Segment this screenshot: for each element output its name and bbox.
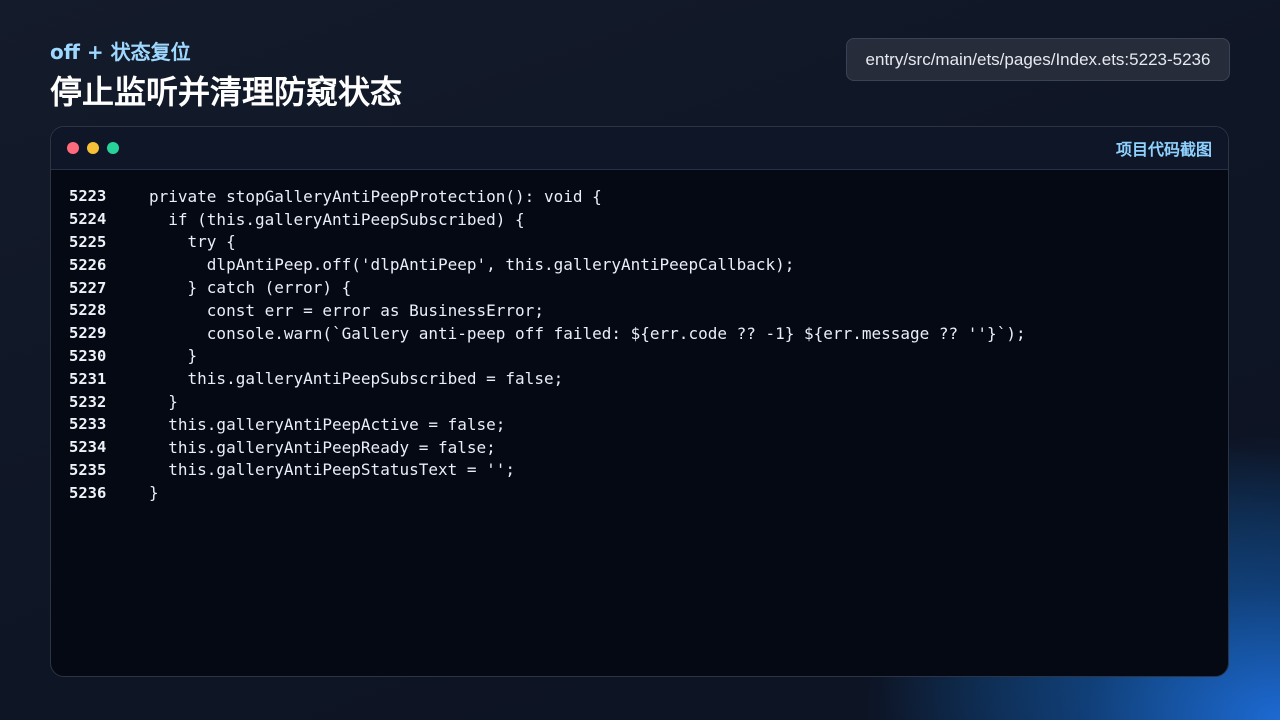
line-number: 5232 <box>69 392 107 411</box>
code-line: 5224 if (this.galleryAntiPeepSubscribed)… <box>69 208 1228 231</box>
maximize-dot-icon <box>107 142 119 154</box>
window-title-bar: 项目代码截图 <box>51 127 1228 170</box>
code-line: 5225 try { <box>69 231 1228 254</box>
code-text: if (this.galleryAntiPeepSubscribed) { <box>149 209 525 229</box>
line-number: 5233 <box>69 415 107 434</box>
code-text: } <box>149 392 178 412</box>
line-number: 5229 <box>69 324 107 343</box>
line-number: 5225 <box>69 232 107 251</box>
code-line: 5231 this.galleryAntiPeepSubscribed = fa… <box>69 367 1228 390</box>
line-number: 5230 <box>69 346 107 365</box>
code-line: 5234 this.galleryAntiPeepReady = false; <box>69 436 1228 459</box>
code-line: 5228 const err = error as BusinessError; <box>69 299 1228 322</box>
line-number: 5231 <box>69 369 107 388</box>
window-label: 项目代码截图 <box>1115 140 1212 159</box>
code-text: const err = error as BusinessError; <box>149 300 544 320</box>
code-text: private stopGalleryAntiPeepProtection():… <box>149 186 602 206</box>
line-number: 5224 <box>69 210 107 229</box>
line-number: 5234 <box>69 438 107 457</box>
code-text: this.galleryAntiPeepSubscribed = false; <box>149 369 564 389</box>
code-text: console.warn(`Gallery anti-peep off fail… <box>149 323 1026 343</box>
code-line: 5223 private stopGalleryAntiPeepProtectio… <box>69 185 1228 208</box>
code-line: 5227 } catch (error) { <box>69 276 1228 299</box>
close-dot-icon <box>67 142 79 154</box>
code-text: this.galleryAntiPeepReady = false; <box>149 437 496 457</box>
slide-subtitle: off + 状态复位 <box>50 40 191 64</box>
slide-header: off + 状态复位 停止监听并清理防窥状态 <box>50 38 402 112</box>
line-number: 5223 <box>69 187 107 206</box>
code-text: try { <box>149 232 236 252</box>
line-number: 5228 <box>69 301 107 320</box>
code-text: dlpAntiPeep.off('dlpAntiPeep', this.gall… <box>149 255 795 275</box>
line-number: 5236 <box>69 483 107 502</box>
code-text: } catch (error) { <box>149 278 352 298</box>
code-line: 5236} <box>69 481 1228 504</box>
code-line: 5233 this.galleryAntiPeepActive = false; <box>69 413 1228 436</box>
line-number: 5227 <box>69 278 107 297</box>
slide-title: 停止监听并清理防窥状态 <box>50 73 403 111</box>
code-text: } <box>149 483 159 503</box>
code-line: 5226 dlpAntiPeep.off('dlpAntiPeep', this… <box>69 253 1228 276</box>
file-path-badge: entry/src/main/ets/pages/Index.ets:5223-… <box>846 38 1230 81</box>
line-number: 5235 <box>69 460 107 479</box>
code-text: } <box>149 346 198 366</box>
code-text: this.galleryAntiPeepActive = false; <box>149 414 506 434</box>
code-text: this.galleryAntiPeepStatusText = ''; <box>149 460 516 480</box>
minimize-dot-icon <box>87 142 99 154</box>
code-line: 5235 this.galleryAntiPeepStatusText = ''… <box>69 459 1228 482</box>
code-window: 项目代码截图 5223 private stopGalleryAntiPeepPr… <box>50 126 1229 677</box>
code-line: 5230 } <box>69 345 1228 368</box>
code-body: 5223 private stopGalleryAntiPeepProtectio… <box>51 170 1228 504</box>
code-line: 5232 } <box>69 390 1228 413</box>
code-line: 5229 console.warn(`Gallery anti-peep off… <box>69 322 1228 345</box>
line-number: 5226 <box>69 255 107 274</box>
